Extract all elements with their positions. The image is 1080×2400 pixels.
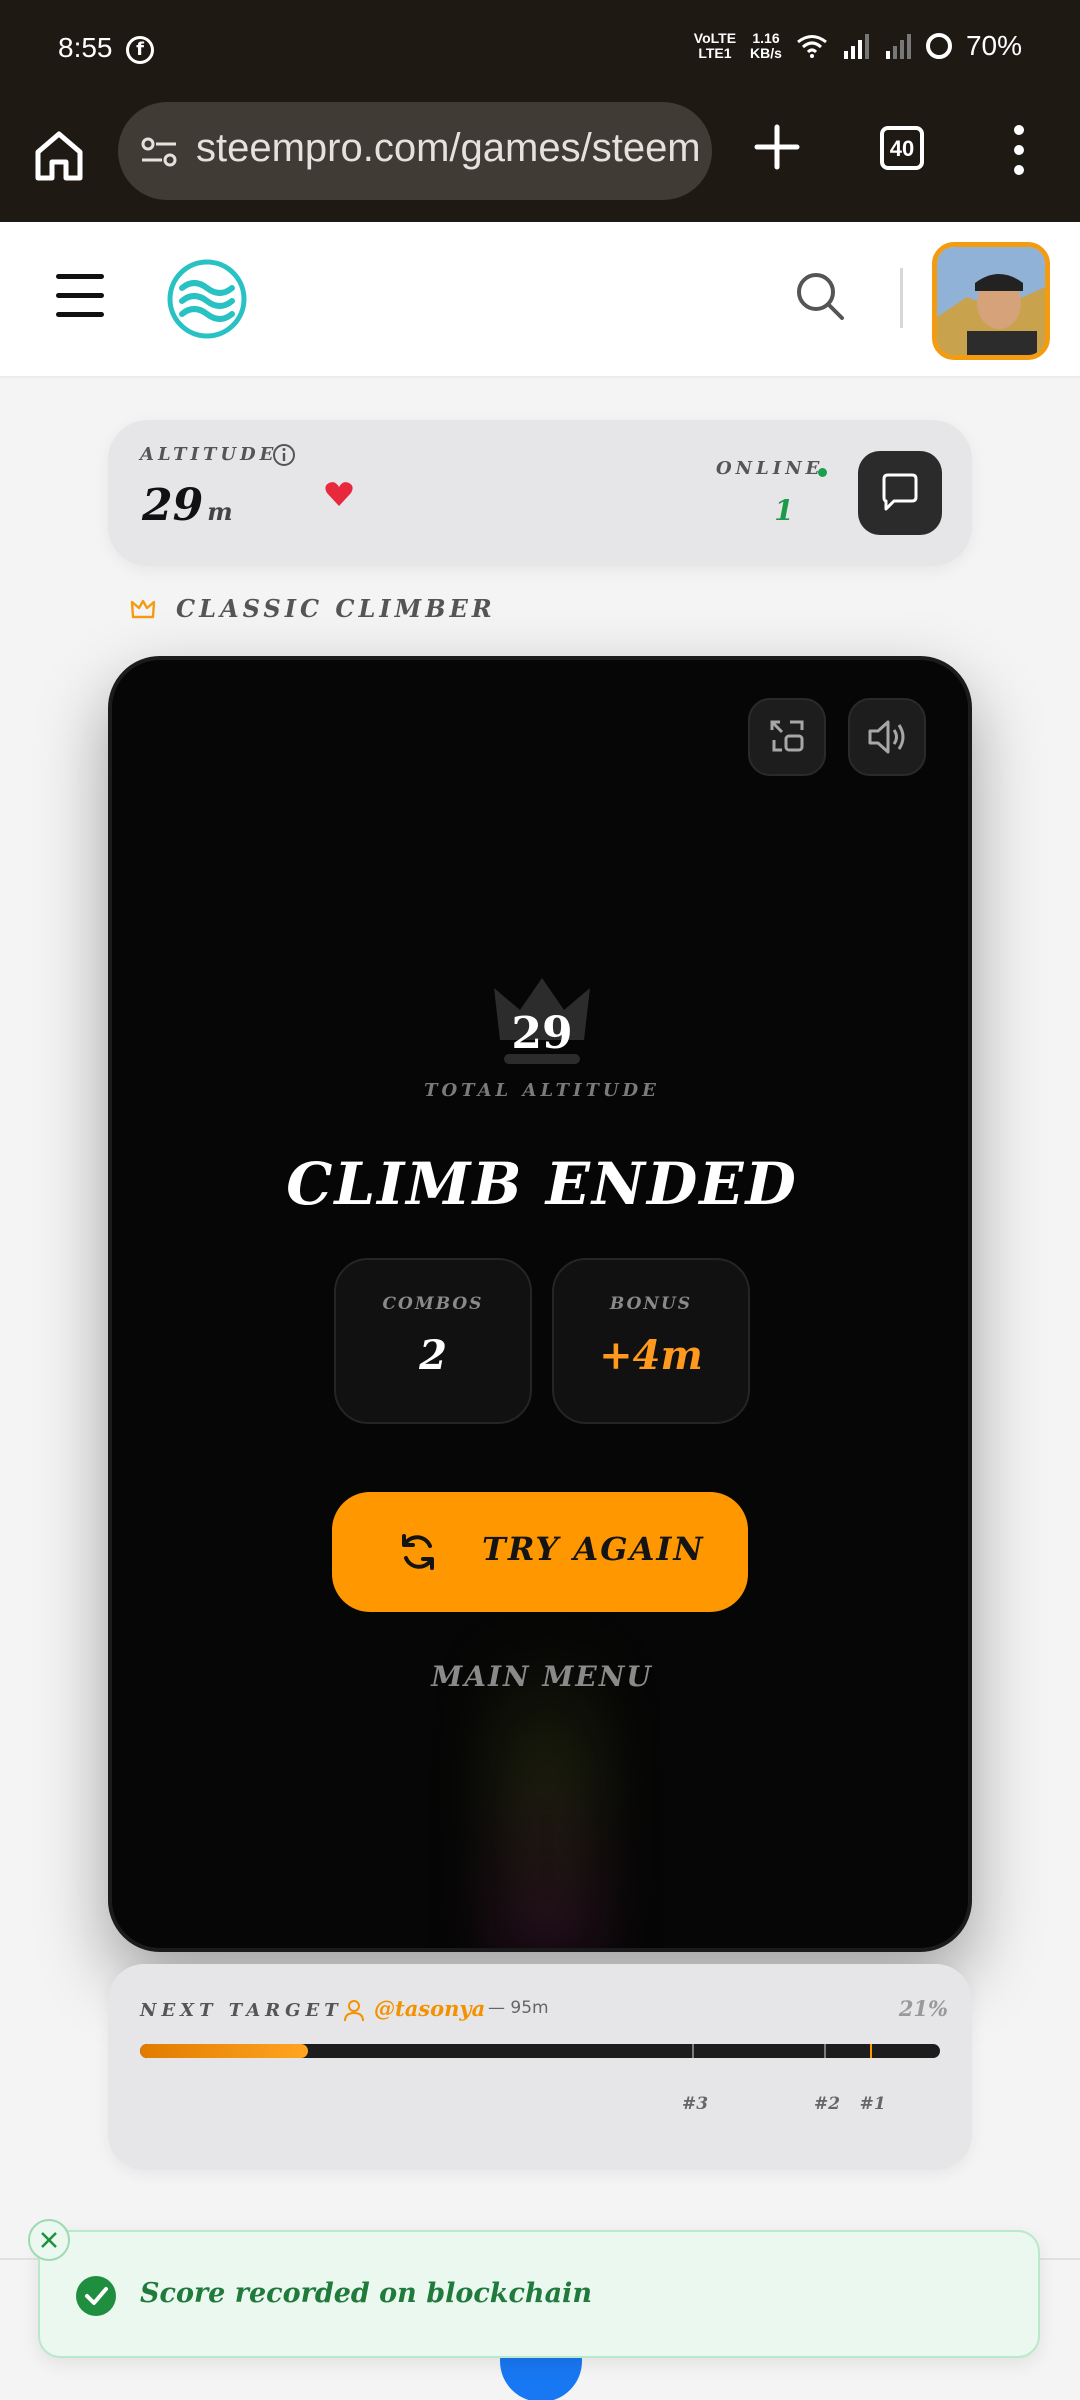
target-username[interactable]: @tasonya	[374, 1996, 485, 2021]
wifi-icon	[797, 35, 827, 58]
menu-icon[interactable]	[56, 274, 104, 318]
game-mode-label: CLASSIC CLIMBER	[130, 594, 496, 623]
site-header	[0, 222, 1080, 378]
battery-percent: 70%	[965, 30, 1022, 61]
target-distance: — 95m	[488, 1998, 549, 2018]
status-time: 8:55	[58, 32, 113, 63]
steempro-logo[interactable]	[166, 258, 248, 340]
user-avatar[interactable]	[932, 242, 1050, 360]
altitude-panel: ALTITUDE 29 m ONLINE 1	[108, 420, 972, 566]
total-altitude-label: TOTAL ALTITUDE	[424, 1080, 660, 1101]
signal-icon-2	[885, 34, 911, 59]
exit-fullscreen-button[interactable]	[748, 698, 826, 776]
header-divider	[900, 268, 903, 328]
main-menu-link[interactable]: MAIN MENU	[342, 1660, 742, 1693]
altitude-value: 29 m	[142, 480, 233, 531]
rank-marker-label: #3	[682, 2094, 709, 2114]
progress-fill	[140, 2044, 308, 2058]
climb-ended-title: CLIMB ENDED	[286, 1150, 798, 1218]
rank-marker-tick	[692, 2044, 694, 2058]
volte-indicator: VoLTE LTE1	[693, 30, 737, 61]
progress-track	[140, 2044, 940, 2058]
url-bar[interactable]: steempro.com/games/steem	[118, 102, 712, 200]
heart-icon	[325, 482, 353, 506]
try-again-label: TRY AGAIN	[482, 1530, 705, 1568]
facebook-notification-icon: f	[126, 36, 154, 64]
altitude-unit: m	[207, 497, 233, 526]
bonus-stat-card: BONUS +4m	[552, 1258, 750, 1424]
user-icon	[344, 2000, 364, 2022]
tab-switcher-button[interactable]: 40	[880, 126, 924, 170]
crown-icon	[130, 599, 156, 618]
rank-marker-tick	[824, 2044, 826, 2058]
network-speed: 1.16 KB/s	[750, 30, 782, 61]
stat-value: 2	[419, 1332, 447, 1379]
url-text: steempro.com/games/steem	[196, 126, 701, 170]
new-tab-icon[interactable]	[752, 122, 802, 172]
sound-toggle-button[interactable]	[848, 698, 926, 776]
stat-label: COMBOS	[382, 1294, 484, 1314]
try-again-button[interactable]: TRY AGAIN	[332, 1492, 748, 1612]
speaker-icon	[868, 720, 905, 754]
online-count: 1	[774, 494, 794, 527]
rank-marker-tick	[869, 2044, 872, 2058]
online-status-dot	[818, 468, 827, 477]
target-percent: 21%	[898, 1996, 948, 2021]
more-options-icon[interactable]	[1004, 124, 1034, 176]
next-target-panel: NEXT TARGET @tasonya — 95m 21% #3 #2 #1	[108, 1964, 972, 2170]
site-settings-icon[interactable]	[140, 136, 178, 168]
altitude-label: ALTITUDE	[140, 444, 278, 465]
rank-marker-label: #1	[859, 2094, 886, 2114]
battery-ring-icon	[925, 33, 952, 59]
stat-label: BONUS	[609, 1294, 693, 1314]
home-icon[interactable]	[34, 128, 84, 184]
rank-marker-label: #2	[814, 2094, 841, 2114]
success-check-icon	[76, 2276, 116, 2316]
status-bar: 8:55 f VoLTE LTE1 1.16 KB/s 70%	[0, 0, 1080, 100]
game-canvas[interactable]: 29 TOTAL ALTITUDE CLIMB ENDED COMBOS 2 B…	[108, 656, 972, 1952]
exit-fullscreen-icon	[770, 720, 804, 752]
search-icon[interactable]	[794, 270, 846, 322]
signal-icon-1	[843, 34, 869, 59]
chat-button[interactable]	[858, 451, 942, 535]
stat-value: +4m	[599, 1332, 703, 1379]
info-icon[interactable]	[271, 442, 297, 468]
toast-notification: Score recorded on blockchain	[38, 2230, 1040, 2358]
close-icon	[41, 2232, 57, 2248]
toast-close-button[interactable]	[28, 2219, 70, 2261]
toast-message: Score recorded on blockchain	[140, 2278, 592, 2309]
browser-toolbar: steempro.com/games/steem 40	[0, 100, 1080, 222]
game-mode-text: CLASSIC CLIMBER	[176, 594, 496, 623]
status-right-group: VoLTE LTE1 1.16 KB/s 70%	[694, 30, 1022, 62]
total-altitude-value: 29	[511, 1008, 573, 1059]
next-target-label: NEXT TARGET	[140, 2000, 343, 2021]
refresh-icon	[402, 1534, 434, 1570]
online-label: ONLINE	[716, 458, 824, 479]
combos-stat-card: COMBOS 2	[334, 1258, 532, 1424]
chat-icon	[882, 473, 918, 511]
